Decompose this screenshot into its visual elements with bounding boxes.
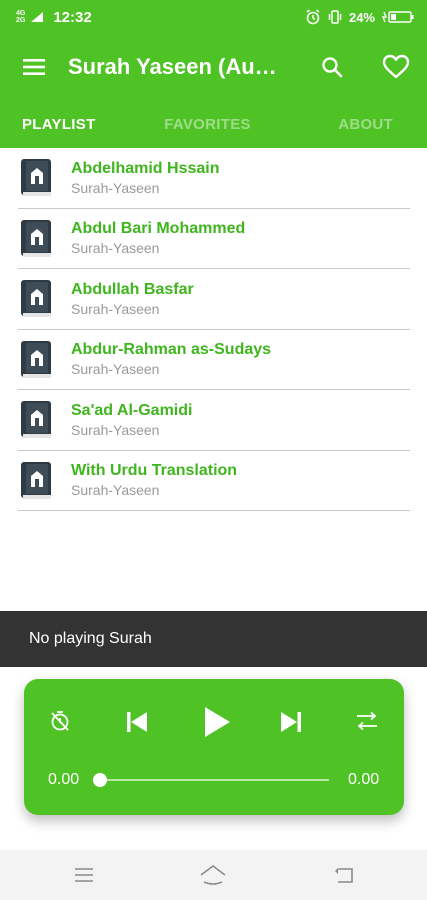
item-title: Abdur-Rahman as-Sudays bbox=[71, 341, 272, 359]
item-subtitle: Surah-Yaseen bbox=[71, 300, 160, 317]
search-icon bbox=[322, 57, 343, 78]
home-icon bbox=[200, 865, 226, 885]
back-button[interactable] bbox=[330, 862, 358, 888]
alarm-icon bbox=[306, 9, 320, 25]
quran-book-icon bbox=[21, 461, 51, 499]
status-bar: 4G 2G 12:32 24% bbox=[0, 0, 427, 34]
favorite-button[interactable] bbox=[372, 43, 420, 91]
total-time: 0.00 bbox=[348, 771, 380, 788]
tab-bar: PLAYLIST FAVORITES ABOUT bbox=[0, 100, 427, 148]
elapsed-time: 0.00 bbox=[48, 771, 80, 788]
network-top: 4G bbox=[16, 10, 26, 17]
quran-book-icon bbox=[21, 159, 51, 197]
menu-lines-icon bbox=[75, 868, 93, 882]
heart-icon bbox=[382, 54, 410, 79]
item-title: Sa'ad Al-Gamidi bbox=[71, 401, 193, 419]
search-button[interactable] bbox=[308, 43, 356, 91]
playlist: Abdelhamid Hssain Surah-Yaseen Abdul Bar… bbox=[0, 148, 427, 511]
system-nav-bar bbox=[0, 850, 427, 900]
list-item[interactable]: Abdullah Basfar Surah-Yaseen bbox=[0, 269, 427, 330]
menu-icon bbox=[23, 59, 45, 75]
play-icon bbox=[205, 707, 230, 737]
list-item[interactable]: Abdul Bari Mohammed Surah-Yaseen bbox=[0, 209, 427, 270]
timer-off-icon bbox=[51, 711, 69, 731]
list-item[interactable]: With Urdu Translation Surah-Yaseen bbox=[0, 451, 427, 512]
repeat-icon bbox=[357, 711, 377, 731]
item-subtitle: Surah-Yaseen bbox=[71, 482, 160, 499]
now-playing-text: No playing Surah bbox=[29, 630, 152, 647]
back-icon bbox=[335, 868, 353, 883]
clock: 12:32 bbox=[53, 8, 92, 26]
tab-playlist[interactable]: PLAYLIST bbox=[0, 100, 146, 148]
item-title: Abdul Bari Mohammed bbox=[71, 220, 246, 238]
player-card: 0.00 0.00 bbox=[24, 679, 404, 815]
previous-button[interactable] bbox=[121, 706, 153, 738]
tab-about[interactable]: ABOUT bbox=[269, 100, 427, 148]
seek-thumb[interactable] bbox=[93, 773, 107, 787]
next-button[interactable] bbox=[275, 706, 307, 738]
item-title: With Urdu Translation bbox=[71, 462, 238, 480]
quran-book-icon bbox=[21, 401, 51, 439]
play-button[interactable] bbox=[196, 701, 236, 743]
quran-book-icon bbox=[21, 280, 51, 318]
item-subtitle: Surah-Yaseen bbox=[71, 179, 160, 196]
item-subtitle: Surah-Yaseen bbox=[71, 361, 160, 378]
quran-book-icon bbox=[21, 219, 51, 257]
menu-button[interactable] bbox=[0, 34, 68, 100]
quran-book-icon bbox=[21, 340, 51, 378]
skip-next-icon bbox=[281, 712, 301, 732]
item-title: Abdelhamid Hssain bbox=[71, 159, 220, 177]
list-item[interactable]: Abdelhamid Hssain Surah-Yaseen bbox=[0, 148, 427, 209]
item-subtitle: Surah-Yaseen bbox=[71, 421, 160, 438]
recent-apps-button[interactable] bbox=[70, 862, 98, 888]
sleep-timer-button[interactable] bbox=[46, 707, 74, 735]
repeat-button[interactable] bbox=[352, 707, 382, 735]
network-bottom: 2G bbox=[16, 17, 26, 24]
item-subtitle: Surah-Yaseen bbox=[71, 240, 160, 257]
signal-icon bbox=[31, 12, 44, 22]
app-bar: Surah Yaseen (Audio) bbox=[0, 34, 427, 100]
battery-icon bbox=[381, 11, 414, 23]
item-title: Abdullah Basfar bbox=[71, 280, 194, 298]
seek-bar[interactable] bbox=[97, 779, 329, 781]
skip-previous-icon bbox=[127, 712, 147, 732]
list-item[interactable]: Sa'ad Al-Gamidi Surah-Yaseen bbox=[0, 390, 427, 451]
now-playing-bar: No playing Surah bbox=[0, 611, 427, 667]
network-indicator: 4G 2G bbox=[16, 10, 25, 24]
battery-percent: 24% bbox=[348, 9, 375, 25]
vibrate-icon bbox=[328, 10, 342, 24]
tab-favorites[interactable]: FAVORITES bbox=[146, 100, 270, 148]
list-item[interactable]: Abdur-Rahman as-Sudays Surah-Yaseen bbox=[0, 330, 427, 391]
page-title: Surah Yaseen (Audio) bbox=[68, 54, 290, 79]
home-button[interactable] bbox=[199, 862, 227, 888]
